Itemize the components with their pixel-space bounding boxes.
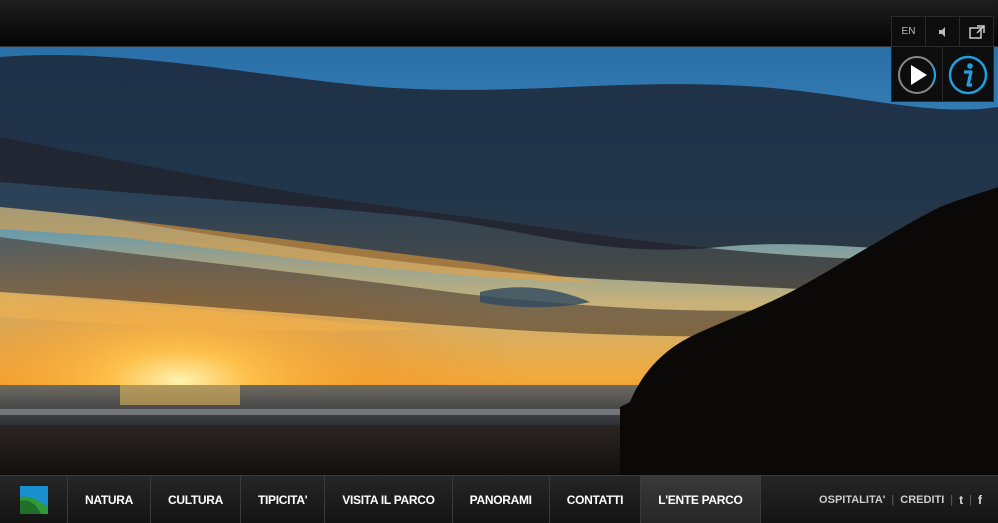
nav-item-contatti[interactable]: CONTATTI xyxy=(550,476,642,523)
nav-item-cultura[interactable]: CULTURA xyxy=(151,476,241,523)
external-link-icon xyxy=(968,24,985,39)
fullscreen-button[interactable] xyxy=(960,17,993,46)
separator: | xyxy=(950,493,954,506)
nav-item-visita-il-parco[interactable]: VISITA IL PARCO xyxy=(325,476,453,523)
nav-item-panorami[interactable]: PANORAMI xyxy=(453,476,550,523)
twitter-icon[interactable]: t xyxy=(959,493,963,507)
separator: | xyxy=(891,493,895,506)
ospitalita-link[interactable]: OSPITALITA' xyxy=(819,494,885,506)
nav-item-natura[interactable]: NATURA xyxy=(68,476,151,523)
nav-item-tipicita[interactable]: TIPICITA' xyxy=(241,476,326,523)
language-button[interactable]: EN xyxy=(892,17,926,46)
info-icon xyxy=(948,55,988,94)
park-logo[interactable] xyxy=(0,476,68,523)
media-controls: EN xyxy=(891,16,994,102)
park-logo-icon xyxy=(19,485,48,514)
hero-image xyxy=(0,47,998,475)
info-button[interactable] xyxy=(943,47,993,102)
main-menu: NATURA CULTURA TIPICITA' VISITA IL PARCO… xyxy=(68,476,761,523)
separator: | xyxy=(969,493,972,506)
play-button[interactable] xyxy=(892,47,943,102)
crediti-link[interactable]: CREDITI xyxy=(900,494,944,506)
secondary-links: OSPITALITA' | CREDITI | t | f xyxy=(819,476,998,523)
facebook-icon[interactable]: f xyxy=(978,493,982,507)
language-label: EN xyxy=(901,26,916,37)
top-bar xyxy=(0,0,998,47)
volume-button[interactable] xyxy=(926,17,960,46)
nav-item-ente-parco[interactable]: L'ENTE PARCO xyxy=(641,476,761,523)
play-icon xyxy=(898,55,936,94)
volume-icon xyxy=(938,26,945,37)
bottom-navigation: NATURA CULTURA TIPICITA' VISITA IL PARCO… xyxy=(0,475,998,523)
